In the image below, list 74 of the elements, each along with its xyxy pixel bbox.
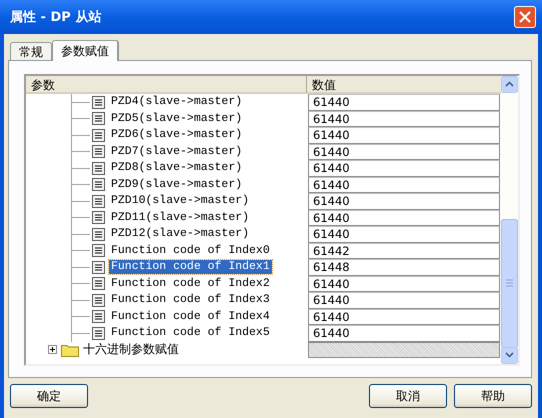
close-button[interactable] [514, 6, 536, 28]
tree-line [68, 94, 92, 111]
document-icon [92, 211, 105, 224]
tree-line [68, 143, 92, 160]
value-cell[interactable]: 61448 [308, 259, 500, 276]
value-cell[interactable]: 61440 [308, 110, 500, 127]
folder-icon [61, 342, 79, 357]
parameter-name[interactable]: PZD9(slave->master) [109, 178, 244, 192]
value-cell[interactable]: 61440 [308, 308, 500, 325]
value-cell[interactable]: 61440 [308, 210, 500, 226]
parameter-name[interactable]: PZD10(slave->master) [109, 194, 252, 208]
document-icon [92, 228, 105, 241]
value-cell[interactable]: 61440 [308, 292, 500, 308]
value-cell[interactable]: 61440 [308, 276, 500, 292]
tree-line [68, 242, 92, 260]
value-cell[interactable]: 61442 [308, 242, 500, 259]
document-icon [92, 145, 105, 158]
document-icon [92, 194, 105, 208]
tree-line [68, 258, 92, 276]
parameter-name[interactable]: PZD12(slave->master) [109, 227, 252, 242]
scrollbar[interactable] [501, 76, 518, 364]
document-icon [92, 162, 105, 175]
parameter-name[interactable]: Function code of Index1 [109, 260, 272, 274]
value-cell[interactable]: 61440 [308, 226, 500, 242]
tree-line [68, 275, 92, 292]
document-icon [92, 178, 105, 192]
tree-line [68, 192, 92, 210]
parameter-name[interactable]: PZD11(slave->master) [109, 210, 252, 225]
tree-line [68, 308, 92, 326]
parameter-name[interactable]: PZD4(slave->master) [109, 95, 244, 110]
document-icon [92, 112, 105, 126]
tree-line [68, 292, 92, 309]
value-cell[interactable]: 61440 [308, 160, 500, 176]
value-cell[interactable]: 61440 [308, 193, 500, 210]
document-icon [92, 294, 105, 307]
document-icon [92, 326, 105, 340]
dialog-button[interactable]: 确定 [10, 384, 88, 408]
document-icon [92, 128, 105, 142]
document-icon [92, 96, 105, 109]
value-cell[interactable]: 61440 [308, 94, 500, 110]
parameter-name[interactable]: PZD6(slave->master) [109, 128, 244, 142]
parameter-name[interactable]: PZD7(slave->master) [109, 144, 244, 159]
tree-line [68, 209, 92, 226]
document-icon [92, 277, 105, 290]
parameter-name[interactable]: PZD8(slave->master) [109, 161, 244, 176]
tree-line [68, 226, 92, 243]
tree-line [68, 324, 92, 342]
close-icon [519, 11, 531, 23]
tab[interactable]: 参数赋值 [52, 40, 119, 61]
folder-name[interactable]: 十六进制参数赋值 [83, 341, 179, 358]
value-cell[interactable]: 61440 [308, 144, 500, 160]
parameter-name[interactable]: Function code of Index3 [109, 293, 272, 308]
tree-line [68, 176, 92, 194]
document-icon [92, 310, 105, 324]
column-header[interactable]: 参数 [26, 76, 307, 94]
column-header[interactable]: 数值 [307, 76, 501, 94]
parameter-name[interactable]: PZD5(slave->master) [109, 112, 244, 126]
expand-icon[interactable] [48, 345, 57, 354]
window-title: 属性 - DP 从站 [10, 9, 102, 26]
parameter-name[interactable]: Function code of Index0 [109, 244, 272, 258]
document-icon [92, 244, 105, 258]
parameter-name[interactable]: Function code of Index5 [109, 326, 272, 340]
dialog-button[interactable]: 帮助 [454, 384, 532, 408]
value-cell[interactable]: 61440 [308, 325, 500, 342]
parameter-name[interactable]: Function code of Index4 [109, 310, 272, 324]
value-cell[interactable]: 61440 [308, 127, 500, 144]
dialog-button[interactable]: 取消 [369, 384, 447, 408]
tree-line [68, 110, 92, 128]
tree-line [68, 160, 92, 177]
value-cell[interactable]: 61440 [308, 176, 500, 193]
parameter-name[interactable]: Function code of Index2 [109, 276, 272, 291]
tree-line [68, 126, 92, 144]
tab[interactable]: 常规 [10, 42, 52, 60]
document-icon [92, 260, 105, 274]
